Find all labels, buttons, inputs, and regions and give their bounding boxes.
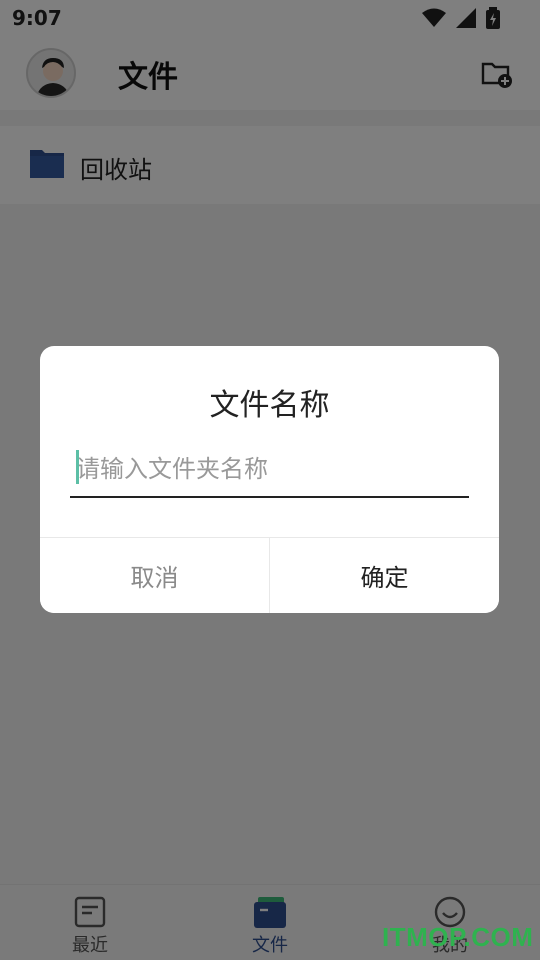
text-caret <box>76 450 79 484</box>
dialog-actions: 取消 确定 <box>40 537 499 613</box>
confirm-button[interactable]: 确定 <box>270 538 499 613</box>
folder-name-input[interactable] <box>70 442 469 498</box>
dialog-title: 文件名称 <box>209 388 330 423</box>
site-watermark: ITMOP.COM <box>382 922 534 952</box>
folder-name-dialog: 文件名称 取消 确定 <box>40 346 499 613</box>
cancel-button[interactable]: 取消 <box>40 538 270 613</box>
